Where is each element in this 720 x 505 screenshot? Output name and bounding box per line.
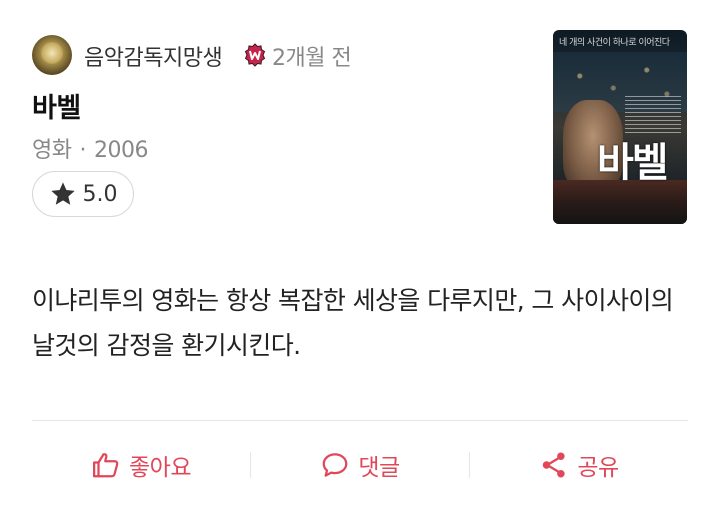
comment-label: 댓글 <box>358 455 400 481</box>
post-body: 이냐리투의 영화는 항상 복잡한 세상을 다루지만, 그 사이사이의 날것의 감… <box>32 286 674 360</box>
action-bar: 좋아요 댓글 공유 <box>32 440 688 490</box>
movie-poster[interactable]: 네 개의 사건이 하나로 이어진다 바벨 <box>553 30 687 224</box>
author-name[interactable]: 음악감독지망생 <box>84 40 223 72</box>
poster-tagline: 네 개의 사건이 하나로 이어진다 <box>559 38 670 48</box>
like-button[interactable]: 좋아요 <box>32 448 250 482</box>
thumbs-up-icon <box>93 453 119 478</box>
comment-button[interactable]: 댓글 <box>251 448 469 482</box>
rating-badge: 5.0 <box>32 171 134 217</box>
meta-separator: · <box>79 138 86 163</box>
work-meta: 영화 · 2006 <box>32 132 148 164</box>
like-label: 좋아요 <box>129 455 191 481</box>
comment-icon <box>322 453 348 477</box>
badge-icon <box>244 43 266 67</box>
avatar[interactable] <box>32 35 72 75</box>
poster-title: 바벨 <box>597 140 669 186</box>
share-label: 공유 <box>577 455 619 481</box>
star-icon <box>50 182 75 205</box>
rating-value: 5.0 <box>82 181 118 207</box>
work-category: 영화 <box>32 138 72 163</box>
post-time: 2개월 전 <box>272 46 352 71</box>
share-button[interactable]: 공유 <box>470 448 688 482</box>
divider <box>32 420 688 421</box>
share-icon <box>543 452 565 478</box>
work-title[interactable]: 바벨 <box>32 86 81 125</box>
work-year: 2006 <box>93 138 149 163</box>
